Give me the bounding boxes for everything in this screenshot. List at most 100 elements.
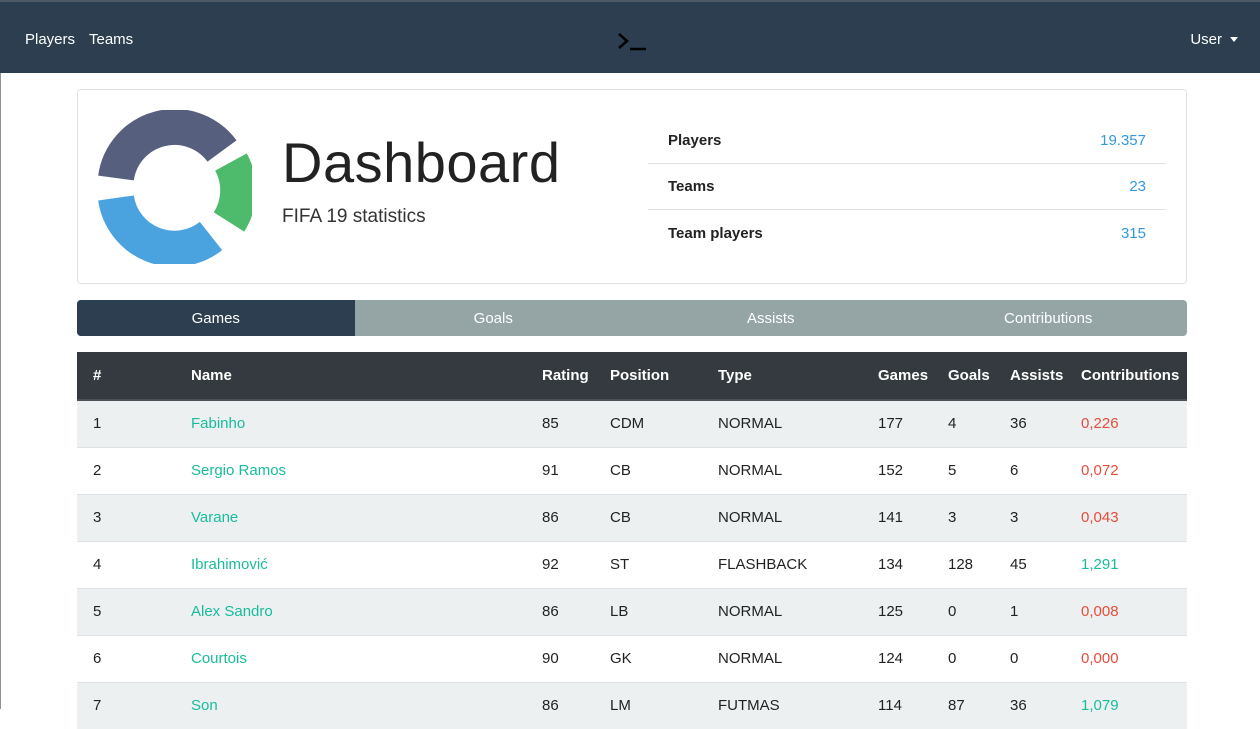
cell-type: FLASHBACK [702, 540, 862, 588]
stat-label: Players [668, 132, 722, 149]
cell-games: 177 [862, 399, 932, 447]
user-dropdown[interactable]: User [1190, 31, 1238, 48]
cell-rating: 86 [526, 587, 594, 635]
nav-teams-link[interactable]: Teams [89, 31, 133, 48]
window-edge [0, 0, 1, 709]
stat-row-team-players: Team players 315 [648, 210, 1166, 256]
table-row: 7 Son 86 LM FUTMAS 114 87 36 1,079 [77, 681, 1187, 729]
cell-num: 7 [77, 681, 175, 729]
cell-name: Sergio Ramos [175, 446, 526, 494]
page-title: Dashboard [282, 131, 561, 194]
cell-num: 3 [77, 493, 175, 541]
cell-name: Courtois [175, 634, 526, 682]
cell-name: Ibrahimović [175, 540, 526, 588]
caret-down-icon [1230, 37, 1238, 42]
summary-stats: Players 19.357 Teams 23 Team players 315 [648, 118, 1166, 256]
cell-num: 5 [77, 587, 175, 635]
user-label: User [1190, 31, 1222, 48]
cell-type: NORMAL [702, 446, 862, 494]
cell-contributions: 1,291 [1065, 540, 1187, 588]
cell-name: Varane [175, 493, 526, 541]
header-position[interactable]: Position [594, 352, 702, 401]
logo-segment-dark [98, 110, 237, 182]
header-assists[interactable]: Assists [994, 352, 1065, 401]
cell-goals: 128 [932, 540, 994, 588]
cell-games: 152 [862, 446, 932, 494]
cell-name: Alex Sandro [175, 587, 526, 635]
terminal-icon[interactable] [616, 32, 648, 52]
player-name-link[interactable]: Son [191, 697, 218, 714]
tab-assists[interactable]: Assists [632, 300, 910, 336]
cell-contributions: 0,008 [1065, 587, 1187, 635]
cell-position: LB [594, 587, 702, 635]
cell-contributions: 1,079 [1065, 681, 1187, 729]
header-rank[interactable]: # [77, 352, 175, 401]
cell-goals: 5 [932, 446, 994, 494]
tab-goals[interactable]: Goals [355, 300, 633, 336]
stat-row-players: Players 19.357 [648, 118, 1166, 164]
tab-contributions[interactable]: Contributions [910, 300, 1188, 336]
logo-segment-blue [98, 194, 223, 264]
stat-label: Team players [668, 224, 763, 242]
header-rating[interactable]: Rating [526, 352, 594, 401]
header-contributions[interactable]: Contributions [1065, 352, 1187, 401]
cell-goals: 0 [932, 634, 994, 682]
player-name-link[interactable]: Alex Sandro [191, 603, 273, 620]
stat-value: 19.357 [1100, 132, 1146, 149]
cell-num: 1 [77, 399, 175, 447]
cell-goals: 4 [932, 399, 994, 447]
cell-games: 124 [862, 634, 932, 682]
table-row: 4 Ibrahimović 92 ST FLASHBACK 134 128 45 1,291 [77, 540, 1187, 588]
app-logo [98, 110, 252, 264]
cell-games: 141 [862, 493, 932, 541]
cell-assists: 36 [994, 681, 1065, 729]
cell-assists: 0 [994, 634, 1065, 682]
header-goals[interactable]: Goals [932, 352, 994, 401]
cell-num: 2 [77, 446, 175, 494]
cell-type: NORMAL [702, 399, 862, 447]
cell-games: 114 [862, 681, 932, 729]
cell-goals: 3 [932, 493, 994, 541]
cell-position: CDM [594, 399, 702, 447]
cell-assists: 45 [994, 540, 1065, 588]
cell-rating: 86 [526, 493, 594, 541]
tab-games[interactable]: Games [77, 300, 355, 336]
nav-players-link[interactable]: Players [25, 31, 75, 48]
stat-value: 315 [1120, 224, 1146, 242]
cell-assists: 36 [994, 399, 1065, 447]
cell-num: 6 [77, 634, 175, 682]
player-name-link[interactable]: Ibrahimović [191, 556, 268, 573]
player-name-link[interactable]: Courtois [191, 650, 247, 667]
table-row: 3 Varane 86 CB NORMAL 141 3 3 0,043 [77, 493, 1187, 541]
cell-position: CB [594, 446, 702, 494]
cell-rating: 85 [526, 399, 594, 447]
cell-games: 125 [862, 587, 932, 635]
stat-row-teams: Teams 23 [648, 164, 1166, 210]
cell-contributions: 0,072 [1065, 446, 1187, 494]
header-name[interactable]: Name [175, 352, 526, 401]
cell-type: FUTMAS [702, 681, 862, 729]
players-table-container: # Name Rating Position Type Games Goals … [77, 352, 1187, 729]
stats-tabs: Games Goals Assists Contributions [77, 300, 1187, 336]
cell-assists: 1 [994, 587, 1065, 635]
cell-goals: 87 [932, 681, 994, 729]
cell-contributions: 0,043 [1065, 493, 1187, 541]
cell-assists: 6 [994, 446, 1065, 494]
table-row: 5 Alex Sandro 86 LB NORMAL 125 0 1 0,008 [77, 587, 1187, 635]
cell-position: CB [594, 493, 702, 541]
cell-assists: 3 [994, 493, 1065, 541]
player-name-link[interactable]: Fabinho [191, 415, 245, 432]
cell-type: NORMAL [702, 634, 862, 682]
header-games[interactable]: Games [862, 352, 932, 401]
cell-num: 4 [77, 540, 175, 588]
table-row: 2 Sergio Ramos 91 CB NORMAL 152 5 6 0,072 [77, 446, 1187, 494]
cell-type: NORMAL [702, 493, 862, 541]
header-type[interactable]: Type [702, 352, 862, 401]
cell-rating: 90 [526, 634, 594, 682]
table-header-row: # Name Rating Position Type Games Goals … [77, 352, 1187, 401]
stat-value: 23 [1129, 178, 1146, 195]
cell-contributions: 0,000 [1065, 634, 1187, 682]
player-name-link[interactable]: Varane [191, 509, 238, 526]
player-name-link[interactable]: Sergio Ramos [191, 462, 286, 479]
cell-position: ST [594, 540, 702, 588]
